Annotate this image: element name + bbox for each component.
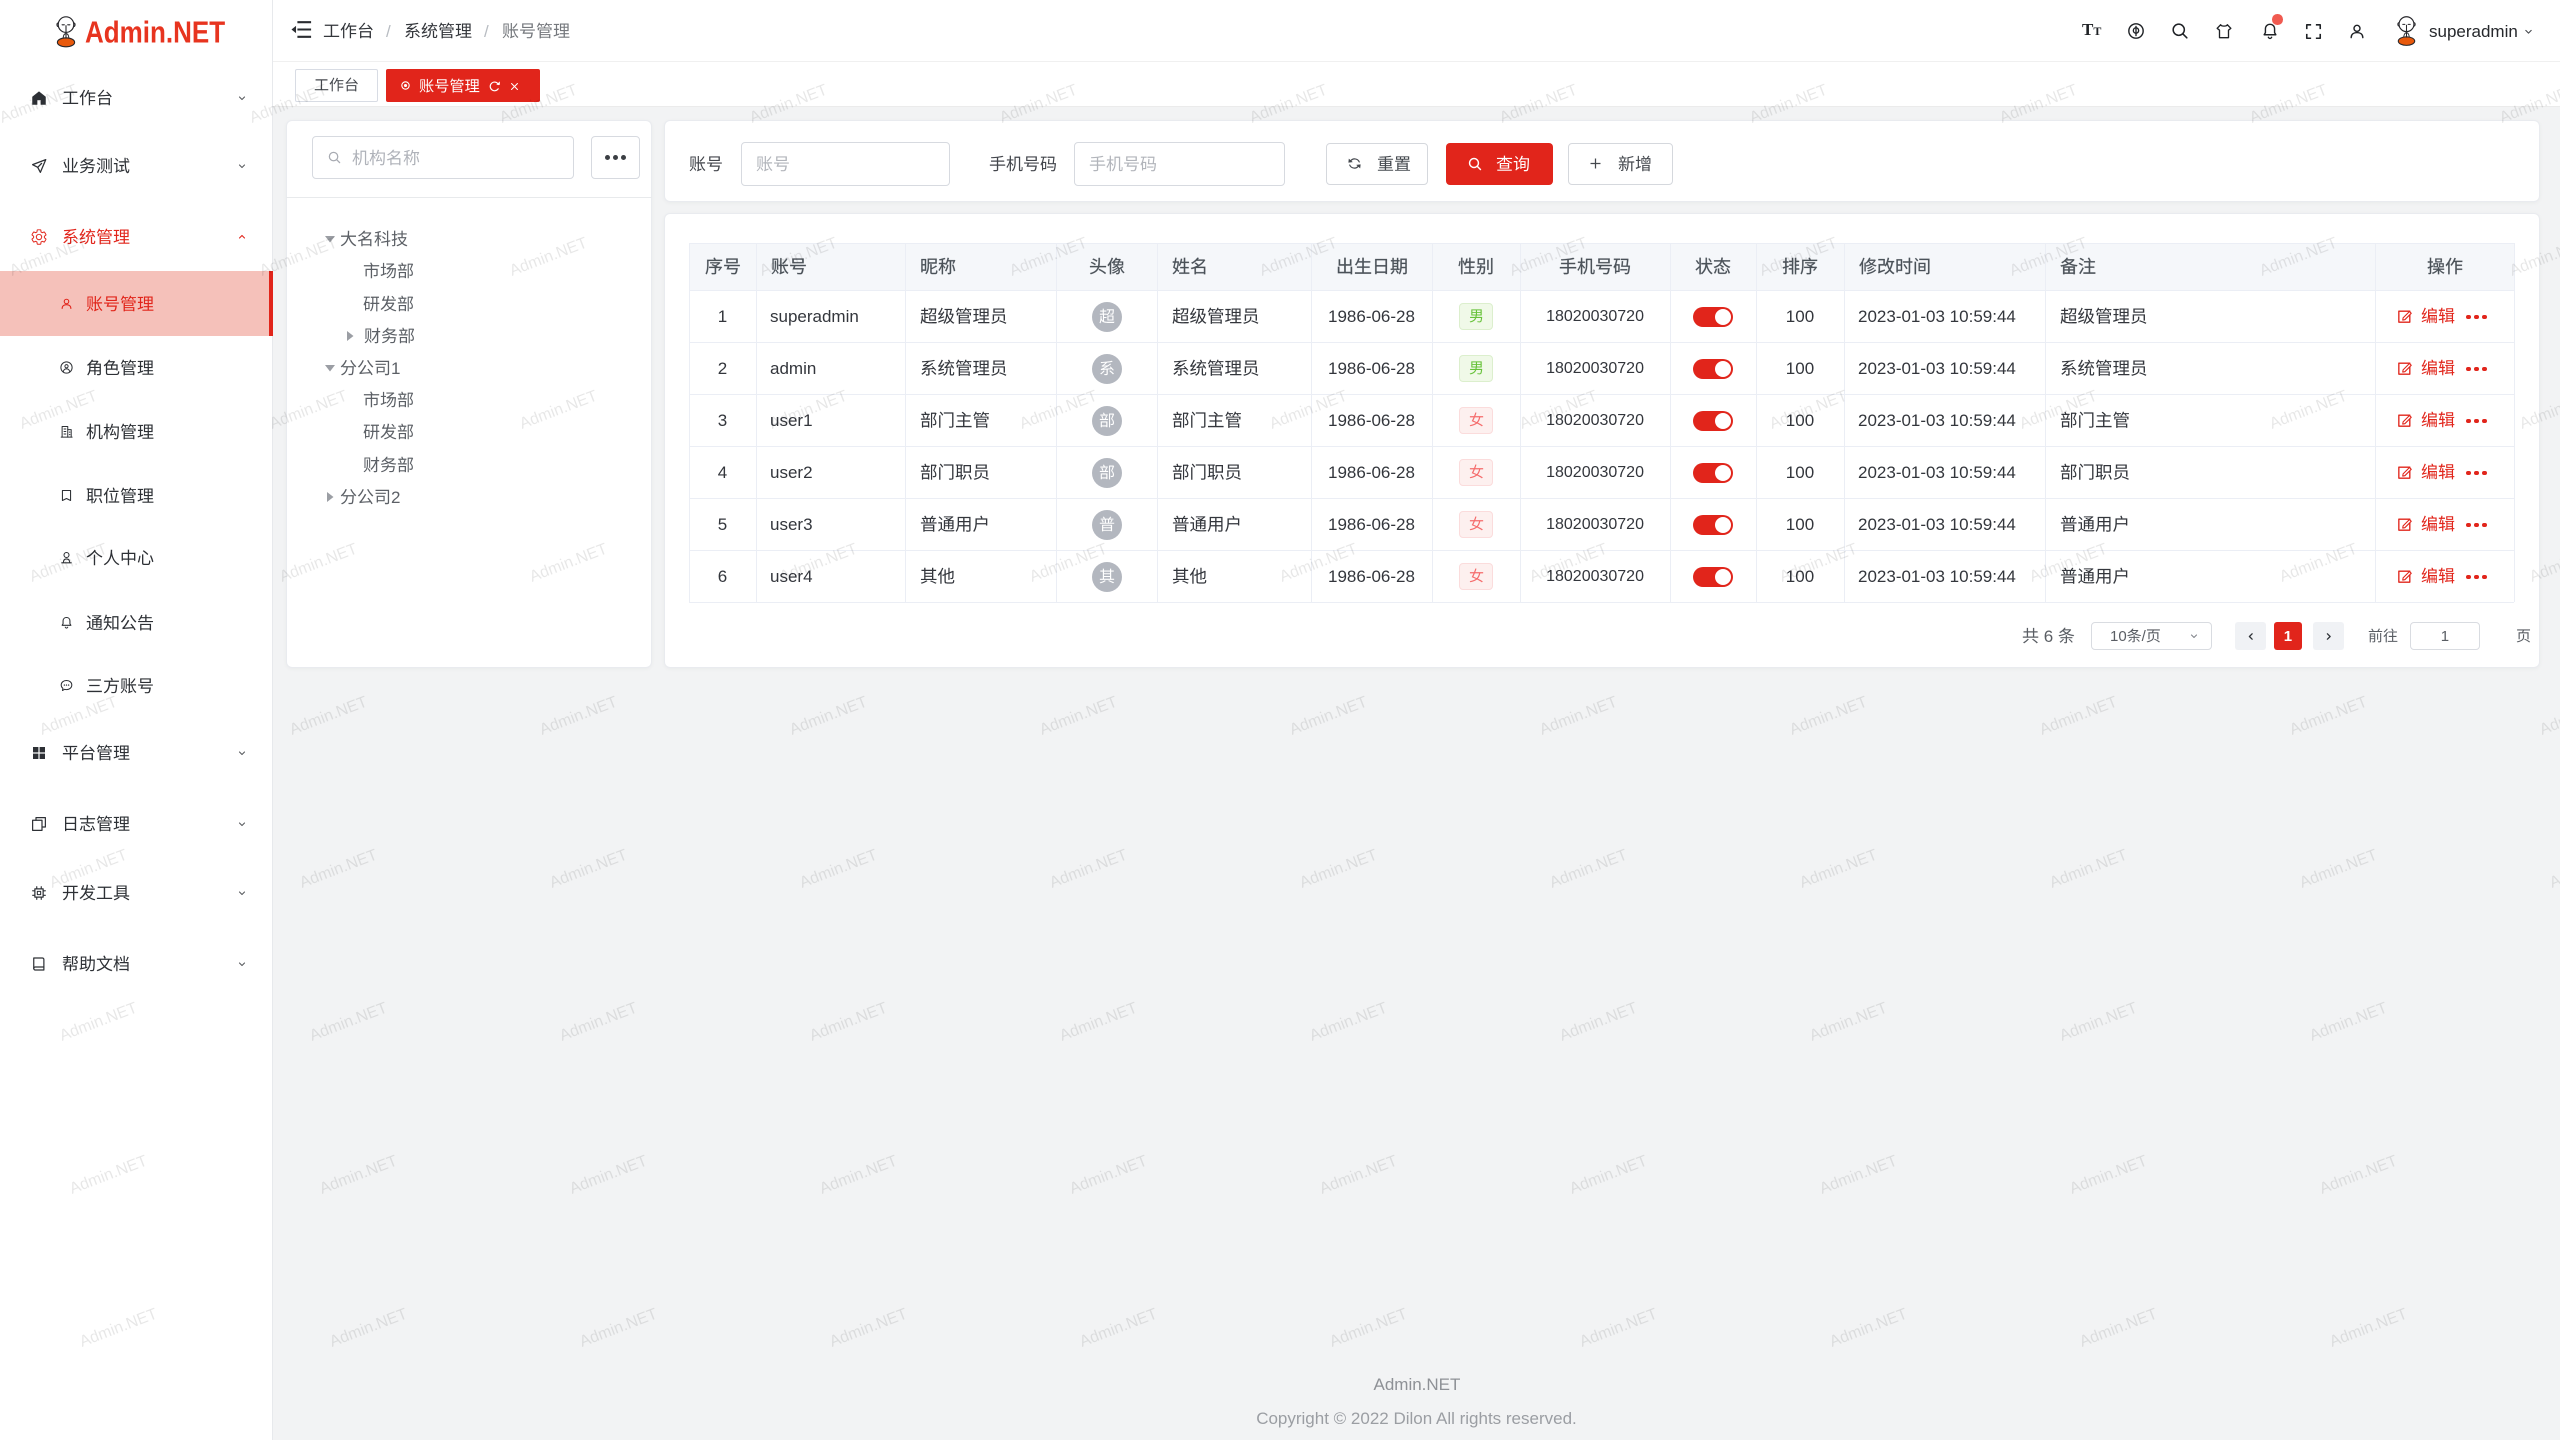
svg-text:/: /	[2142, 628, 2147, 645]
svg-text:10: 10	[2110, 628, 2127, 645]
svg-text:2: 2	[391, 488, 400, 507]
svg-text:6: 6	[2039, 627, 2058, 646]
svg-text:1: 1	[391, 359, 400, 378]
